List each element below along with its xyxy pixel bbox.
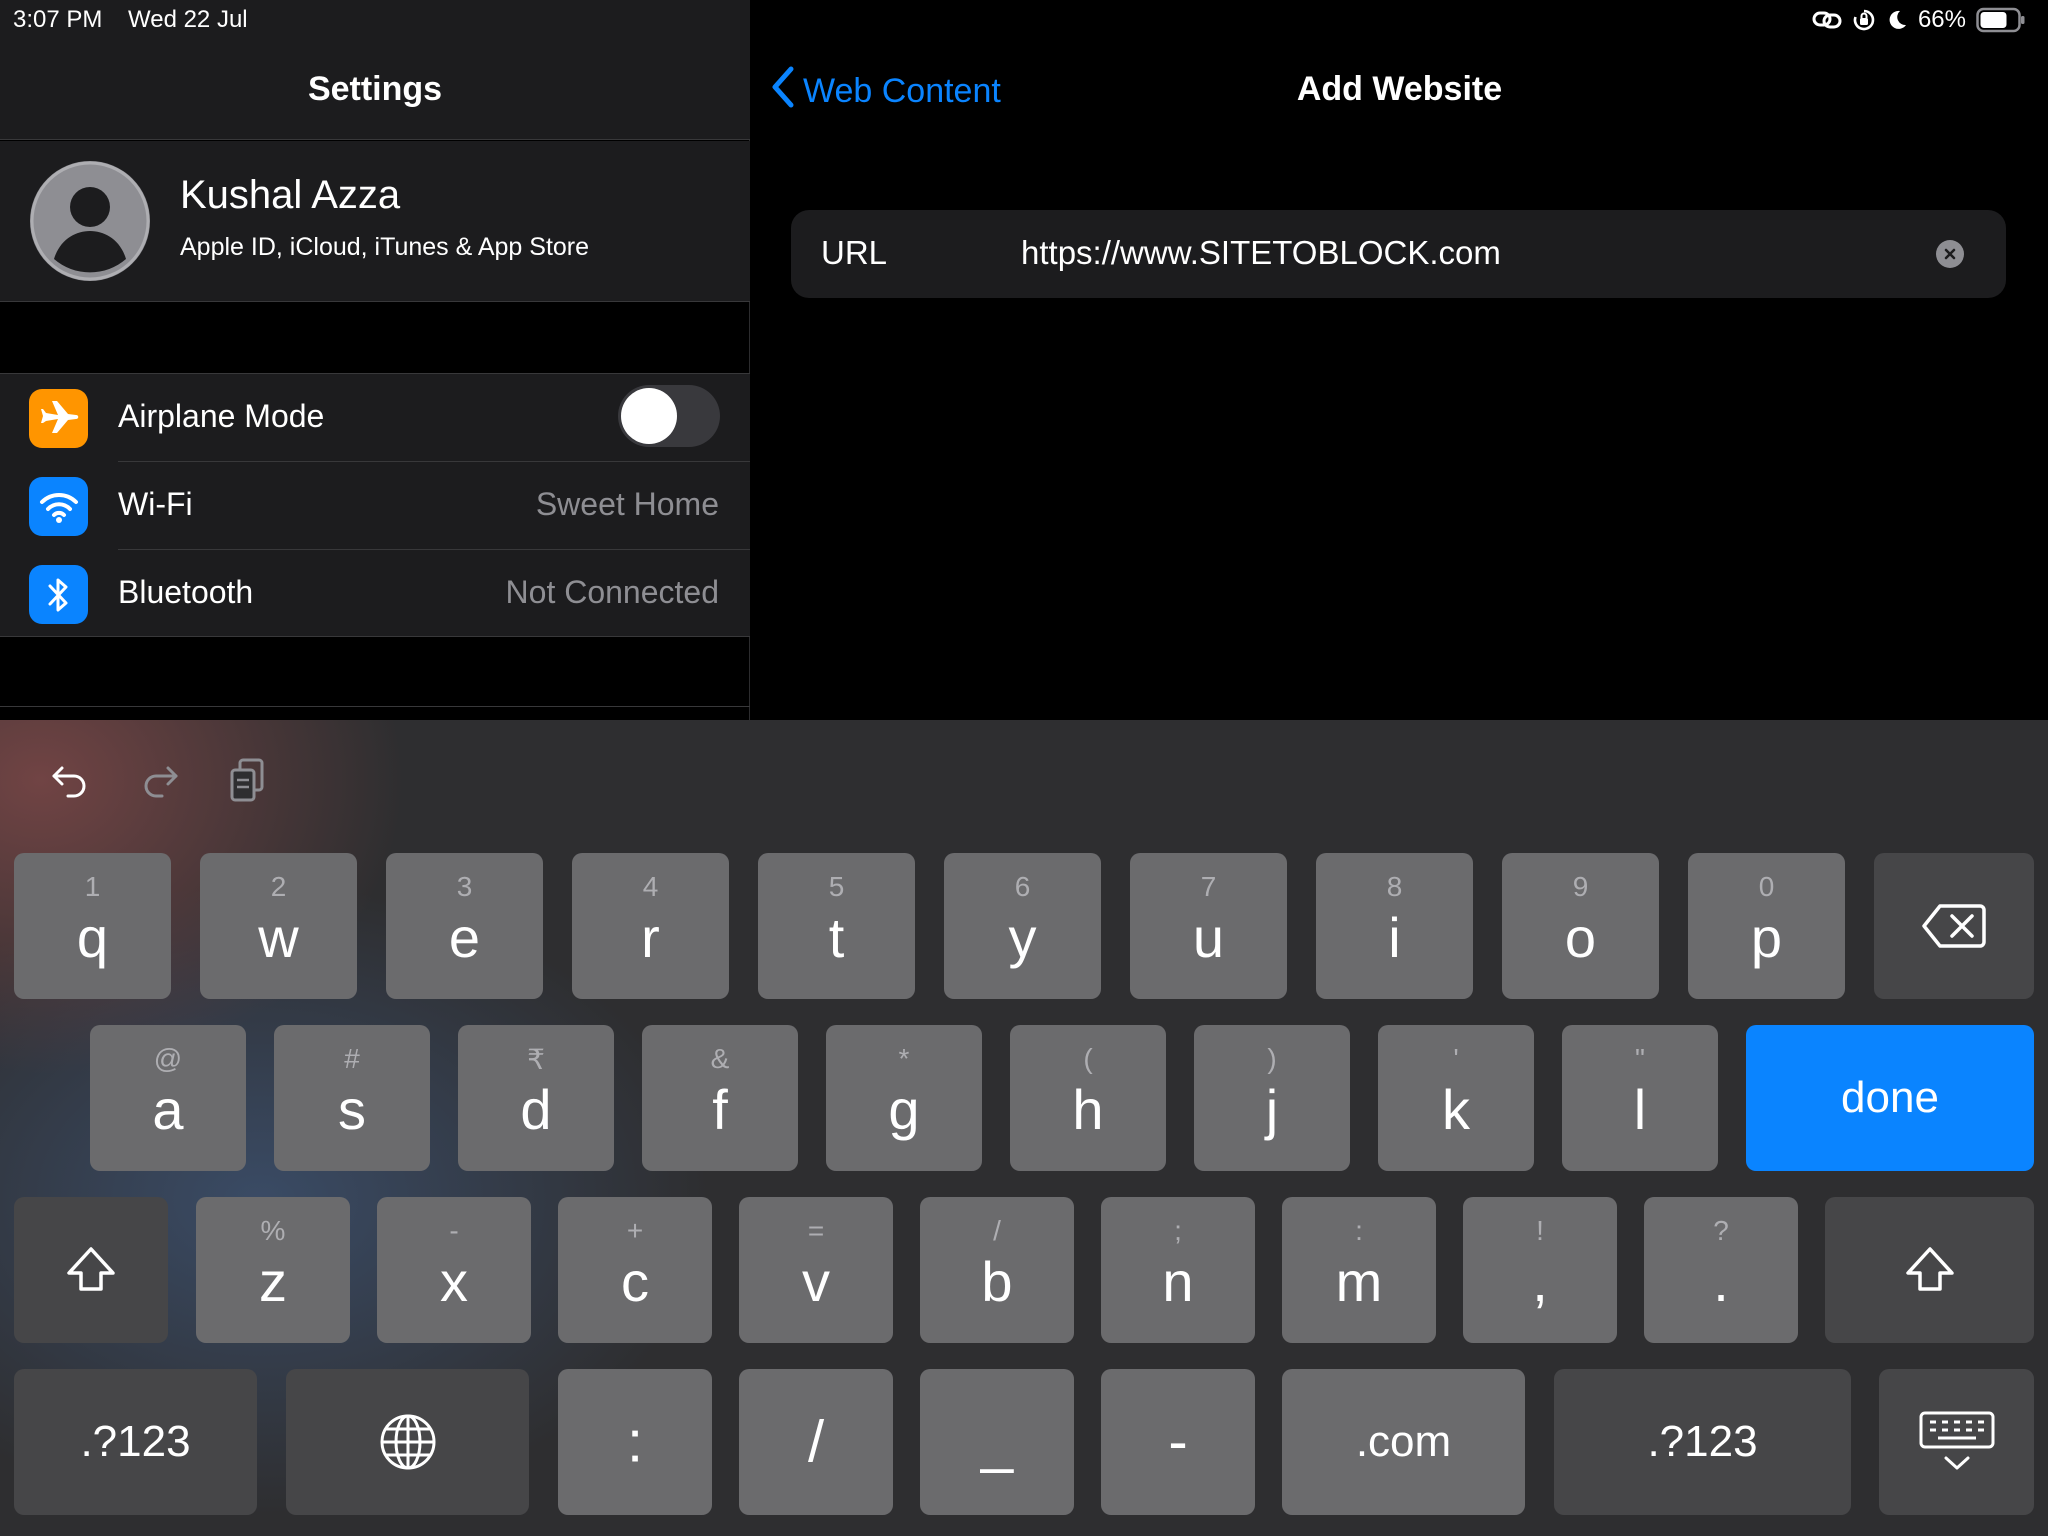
key-l[interactable]: " l xyxy=(1562,1025,1718,1171)
shift-icon xyxy=(1825,1197,2034,1343)
toggle-knob xyxy=(621,388,677,444)
moon-icon xyxy=(1886,9,1908,31)
key-hyphen[interactable]: - xyxy=(1101,1369,1255,1515)
key-g[interactable]: * g xyxy=(826,1025,982,1171)
key-e[interactable]: 3e xyxy=(386,853,543,999)
key-d[interactable]: ₹ d xyxy=(458,1025,614,1171)
key-j[interactable]: ) j xyxy=(1194,1025,1350,1171)
settings-row-label: Airplane Mode xyxy=(118,398,325,434)
key-i[interactable]: 8i xyxy=(1316,853,1473,999)
key-n[interactable]: ; n xyxy=(1101,1197,1255,1343)
key-o[interactable]: 9o xyxy=(1502,853,1659,999)
settings-row-bluetooth[interactable]: Bluetooth Not Connected xyxy=(0,550,750,638)
url-label: URL xyxy=(821,234,888,271)
avatar xyxy=(30,161,150,281)
settings-row-wifi[interactable]: Wi-Fi Sweet Home xyxy=(0,462,750,550)
done-key-label: done xyxy=(1841,1073,1939,1122)
clipboard-icon xyxy=(230,758,264,802)
status-time: 3:07 PM xyxy=(13,6,103,33)
key-v[interactable]: = v xyxy=(739,1197,893,1343)
key-m[interactable]: :m xyxy=(1282,1197,1436,1343)
settings-sidebar: Settings Kushal Azza Apple ID, iCloud, i… xyxy=(0,0,750,720)
key-slash[interactable]: / xyxy=(739,1369,893,1515)
key-u[interactable]: 7u xyxy=(1130,853,1287,999)
key-q[interactable]: 1q xyxy=(14,853,171,999)
shift-icon xyxy=(14,1197,168,1343)
key-comma[interactable]: !, xyxy=(1463,1197,1617,1343)
bluetooth-icon xyxy=(29,565,88,624)
settings-row-label: Wi-Fi xyxy=(118,486,193,522)
key-c[interactable]: + c xyxy=(558,1197,712,1343)
url-field: URL xyxy=(791,210,2006,298)
delete-key[interactable] xyxy=(1874,853,2034,999)
settings-title: Settings xyxy=(307,70,443,108)
profile-row[interactable]: Kushal Azza Apple ID, iCloud, iTunes & A… xyxy=(0,141,750,302)
airplane-icon xyxy=(29,389,88,448)
key-k[interactable]: ' k xyxy=(1378,1025,1534,1171)
key-s[interactable]: # s xyxy=(274,1025,430,1171)
redo-button[interactable] xyxy=(130,750,190,810)
settings-group-connectivity: Airplane Mode Wi-Fi Sweet Home Bluetooth… xyxy=(0,373,750,637)
status-bar: 3:07 PM Wed 22 Jul 66% xyxy=(0,0,2048,40)
undo-button[interactable] xyxy=(40,750,100,810)
numbers-key-label: .?123 xyxy=(80,1417,191,1466)
keyboard: 1q 2w 3e 4r 5t 6y 7u 8i 9o 0p @ a # s ₹ d &… xyxy=(0,720,2048,1536)
clear-text-button[interactable] xyxy=(1936,240,1964,268)
battery-percent: 66% xyxy=(1917,6,1966,33)
undo-icon xyxy=(52,766,86,798)
backspace-icon xyxy=(1874,853,2034,999)
wifi-network-value: Sweet Home xyxy=(535,486,719,522)
key-b[interactable]: / b xyxy=(920,1197,1074,1343)
key-x[interactable]: -x xyxy=(377,1197,531,1343)
globe-icon xyxy=(286,1369,529,1515)
dismiss-keyboard-key[interactable] xyxy=(1879,1369,2034,1515)
settings-row-label: Bluetooth xyxy=(118,574,254,610)
paste-button[interactable] xyxy=(218,750,278,810)
link-icon xyxy=(1812,9,1842,31)
settings-row-airplane-mode[interactable]: Airplane Mode xyxy=(0,374,750,462)
numbers-key-right[interactable]: .?123 xyxy=(1554,1369,1851,1515)
key-underscore[interactable]: _ xyxy=(920,1369,1074,1515)
airplane-mode-toggle[interactable] xyxy=(618,385,720,447)
key-t[interactable]: 5t xyxy=(758,853,915,999)
bluetooth-status-value: Not Connected xyxy=(505,574,719,610)
page-title: Add Website xyxy=(1296,70,1503,108)
battery-icon xyxy=(1976,7,2026,33)
close-icon xyxy=(1944,248,1956,260)
keyboard-dismiss-icon xyxy=(1879,1369,2034,1515)
orientation-lock-icon xyxy=(1852,8,1876,32)
numbers-key-label: .?123 xyxy=(1647,1417,1758,1466)
key-colon[interactable]: : xyxy=(558,1369,712,1515)
redo-icon xyxy=(144,766,178,798)
key-h[interactable]: (h xyxy=(1010,1025,1166,1171)
url-input[interactable] xyxy=(1021,224,1921,282)
key-f[interactable]: & f xyxy=(642,1025,798,1171)
numbers-key-left[interactable]: .?123 xyxy=(14,1369,257,1515)
key-y[interactable]: 6y xyxy=(944,853,1101,999)
divider xyxy=(0,706,750,707)
status-date: Wed 22 Jul xyxy=(128,6,248,33)
profile-name: Kushal Azza xyxy=(180,173,401,217)
profile-subtitle: Apple ID, iCloud, iTunes & App Store xyxy=(180,233,590,261)
key-period[interactable]: ?. xyxy=(1644,1197,1798,1343)
key-w[interactable]: 2w xyxy=(200,853,357,999)
key-p[interactable]: 0p xyxy=(1688,853,1845,999)
add-website-pane: Web Content Add Website URL xyxy=(751,0,2048,720)
shift-key-right[interactable] xyxy=(1825,1197,2034,1343)
wifi-icon xyxy=(29,477,88,536)
done-key[interactable]: done xyxy=(1746,1025,2034,1171)
key-a[interactable]: @ a xyxy=(90,1025,246,1171)
key-z[interactable]: % z xyxy=(196,1197,350,1343)
status-icons: 66% xyxy=(1812,4,2026,36)
globe-key[interactable] xyxy=(286,1369,529,1515)
dotcom-key[interactable]: .com xyxy=(1282,1369,1525,1515)
person-icon xyxy=(30,161,150,281)
shift-key-left[interactable] xyxy=(14,1197,168,1343)
key-r[interactable]: 4r xyxy=(572,853,729,999)
